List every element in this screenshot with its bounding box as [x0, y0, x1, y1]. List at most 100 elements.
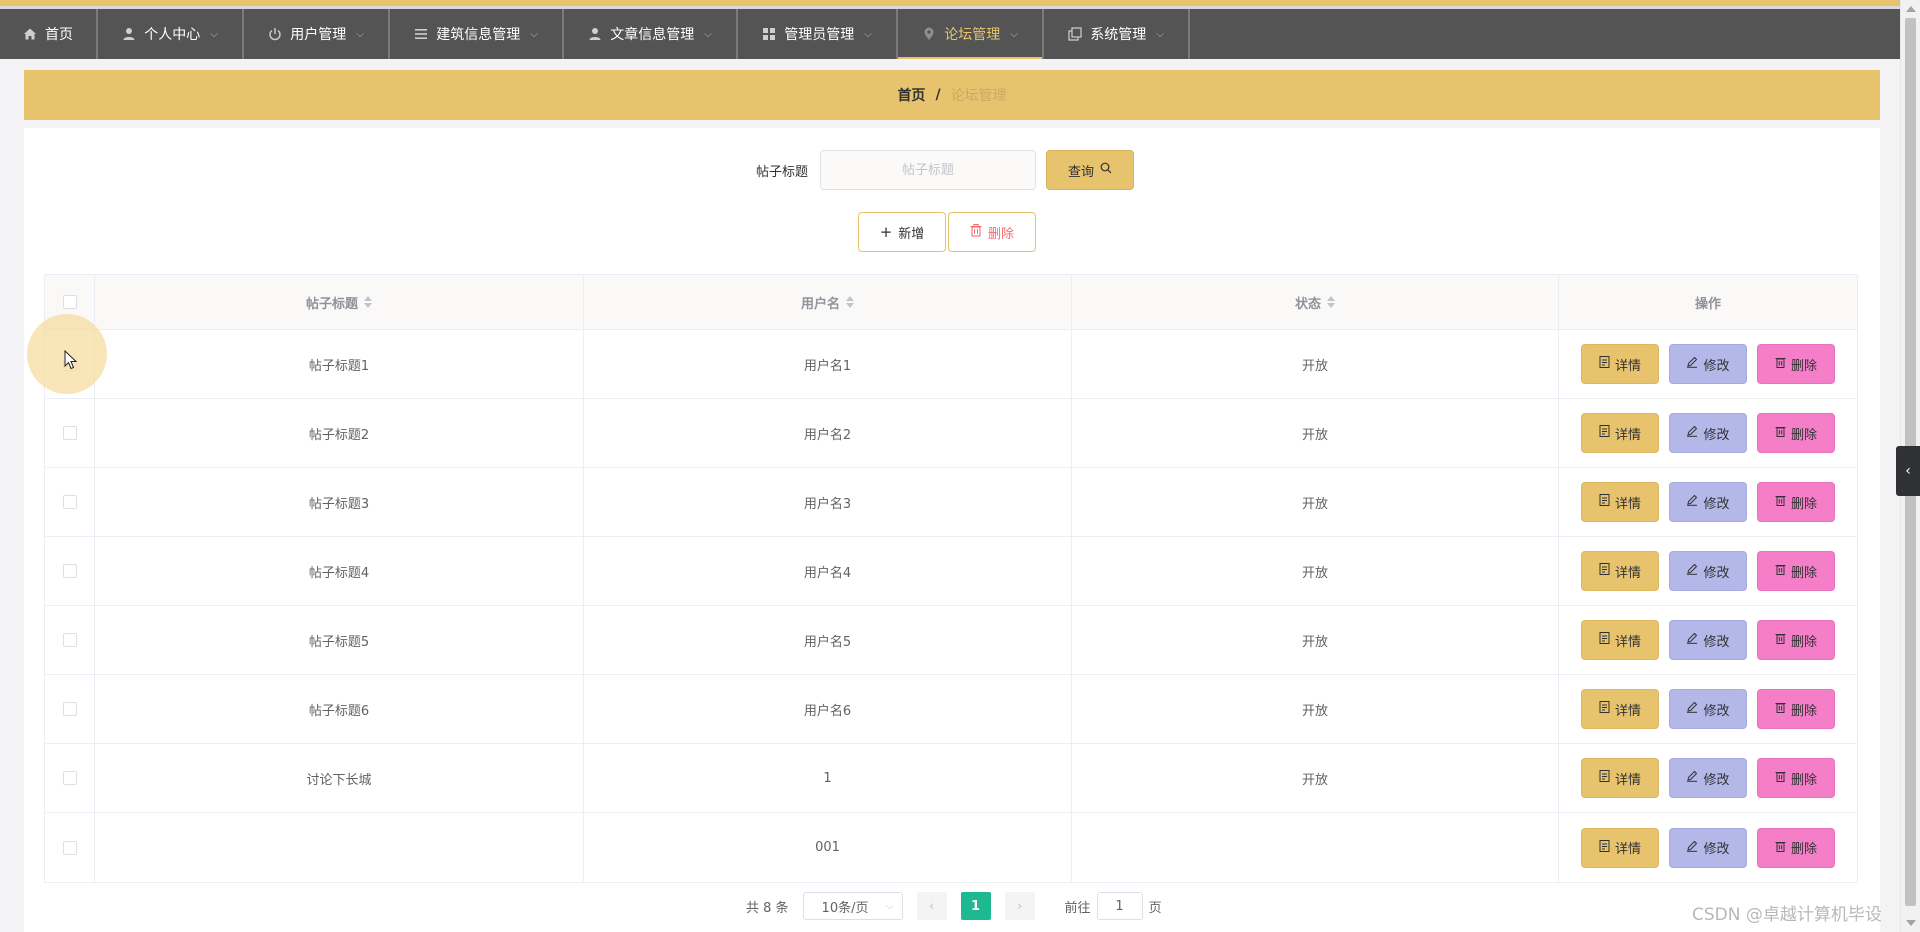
- breadcrumb-home[interactable]: 首页: [897, 85, 925, 105]
- column-header-user[interactable]: 用户名: [584, 275, 1072, 329]
- cell-status: 开放: [1072, 399, 1559, 467]
- document-icon: [1599, 770, 1610, 786]
- chevron-down-icon: ⌵: [356, 28, 364, 40]
- column-label: 帖子标题: [305, 296, 358, 312]
- prev-page-button[interactable]: ‹: [916, 892, 947, 920]
- search-icon: [1100, 162, 1112, 178]
- detail-button[interactable]: 详情: [1581, 344, 1659, 384]
- scroll-up-arrow-icon[interactable]: [1906, 6, 1916, 12]
- search-title-input[interactable]: [820, 150, 1037, 190]
- edit-button[interactable]: 修改: [1669, 551, 1747, 591]
- row-checkbox[interactable]: [62, 840, 77, 855]
- column-header-title[interactable]: 帖子标题: [95, 275, 584, 329]
- next-page-button[interactable]: ›: [1004, 892, 1035, 920]
- edit-label: 修改: [1703, 358, 1730, 374]
- nav-item-admin-management[interactable]: 管理员管理 ⌵: [738, 9, 898, 59]
- detail-label: 详情: [1614, 358, 1641, 374]
- edit-label: 修改: [1703, 565, 1730, 581]
- detail-label: 详情: [1614, 634, 1641, 650]
- delete-button[interactable]: 删除: [1757, 620, 1835, 660]
- pagination: 共 8 条 10条/页 ⌵ ‹ 1 › 前往 页: [746, 892, 1162, 920]
- delete-button[interactable]: 删除: [1757, 344, 1835, 384]
- edit-button[interactable]: 修改: [1669, 482, 1747, 522]
- forum-table: 帖子标题 用户名 状态 操作 帖子标题1 用户名1 开放 详情 修改 删除 帖子标题2 用户名…: [44, 274, 1858, 883]
- delete-label: 删除: [1790, 842, 1817, 857]
- detail-button[interactable]: 详情: [1581, 827, 1659, 868]
- sort-icon[interactable]: [1327, 296, 1335, 308]
- delete-button[interactable]: 删除: [1757, 758, 1835, 798]
- nav-item-user-management[interactable]: 用户管理 ⌵: [244, 9, 390, 59]
- detail-label: 详情: [1614, 772, 1641, 788]
- detail-button[interactable]: 详情: [1581, 689, 1659, 729]
- nav-item-personal-center[interactable]: 个人中心 ⌵: [98, 9, 244, 59]
- detail-button[interactable]: 详情: [1581, 620, 1659, 660]
- page-number-1[interactable]: 1: [960, 892, 991, 920]
- cell-ops: 详情 修改 删除: [1559, 399, 1857, 467]
- edit-button[interactable]: 修改: [1669, 413, 1747, 453]
- table-row: 帖子标题3 用户名3 开放 详情 修改 删除: [45, 468, 1857, 537]
- pencil-icon: [1686, 356, 1698, 372]
- delete-button[interactable]: 删除: [1757, 551, 1835, 591]
- page-size-select[interactable]: 10条/页 ⌵: [802, 892, 903, 920]
- detail-button[interactable]: 详情: [1581, 482, 1659, 522]
- page-jump-input[interactable]: [1096, 892, 1143, 920]
- scroll-down-arrow-icon[interactable]: [1906, 920, 1916, 926]
- query-button[interactable]: 查询: [1046, 150, 1135, 190]
- cell-title: 帖子标题6: [95, 675, 584, 743]
- goto-suffix: 页: [1148, 900, 1162, 916]
- nav-item-forum-management[interactable]: 论坛管理 ⌵: [898, 9, 1044, 59]
- delete-button[interactable]: 删除: [1757, 827, 1835, 868]
- edit-button[interactable]: 修改: [1669, 689, 1747, 729]
- edit-button[interactable]: 修改: [1669, 344, 1747, 384]
- document-icon: [1599, 701, 1610, 717]
- edit-label: 修改: [1703, 634, 1730, 650]
- add-button[interactable]: + 新增: [858, 212, 946, 252]
- edit-button[interactable]: 修改: [1669, 620, 1747, 660]
- sort-icon[interactable]: [364, 296, 372, 308]
- row-checkbox[interactable]: [62, 771, 77, 785]
- row-checkbox[interactable]: [62, 495, 77, 509]
- breadcrumb-separator: /: [935, 87, 941, 103]
- sidebar-toggle-button[interactable]: ‹: [1896, 446, 1920, 496]
- table-row: 帖子标题1 用户名1 开放 详情 修改 删除: [45, 330, 1857, 399]
- cell-user: 用户名6: [584, 675, 1072, 743]
- nav-item-article-info[interactable]: 文章信息管理 ⌵: [564, 9, 738, 59]
- row-checkbox[interactable]: [62, 564, 77, 578]
- list-icon: [414, 27, 428, 41]
- delete-button[interactable]: 删除: [1757, 482, 1835, 522]
- delete-button[interactable]: 删除: [1757, 413, 1835, 453]
- detail-button[interactable]: 详情: [1581, 758, 1659, 798]
- detail-label: 详情: [1614, 496, 1641, 512]
- sort-icon[interactable]: [846, 296, 854, 308]
- edit-button[interactable]: 修改: [1669, 827, 1747, 868]
- detail-button[interactable]: 详情: [1581, 413, 1659, 453]
- page-size-value: 10条/页: [821, 900, 869, 916]
- nav-item-home[interactable]: 首页: [0, 9, 98, 59]
- copy-icon: [1068, 27, 1082, 41]
- edit-button[interactable]: 修改: [1669, 758, 1747, 798]
- pencil-icon: [1686, 632, 1698, 648]
- select-all-checkbox[interactable]: [62, 295, 77, 309]
- cell-status: 开放: [1072, 606, 1559, 674]
- table-row: 帖子标题4 用户名4 开放 详情 修改 删除: [45, 537, 1857, 606]
- cell-title: 帖子标题5: [95, 606, 584, 674]
- row-checkbox[interactable]: [62, 702, 77, 716]
- cell-user: 用户名1: [584, 330, 1072, 398]
- nav-item-building-info[interactable]: 建筑信息管理 ⌵: [390, 9, 564, 59]
- chevron-down-icon: ⌵: [864, 28, 872, 40]
- power-icon: [268, 27, 282, 41]
- watermark: CSDN @卓越计算机毕设: [1692, 905, 1882, 925]
- row-checkbox[interactable]: [62, 426, 77, 440]
- delete-button[interactable]: 删除: [1757, 689, 1835, 729]
- page-jump: 前往 页: [1065, 892, 1162, 920]
- detail-button[interactable]: 详情: [1581, 551, 1659, 591]
- edit-label: 修改: [1703, 772, 1730, 788]
- batch-delete-button[interactable]: 删除: [948, 212, 1036, 252]
- nav-item-system-management[interactable]: 系统管理 ⌵: [1044, 9, 1190, 59]
- chevron-left-icon: ‹: [928, 898, 935, 914]
- column-header-status[interactable]: 状态: [1072, 275, 1559, 329]
- trash-icon: [1775, 563, 1786, 579]
- row-checkbox-cell: [45, 606, 95, 674]
- cell-ops: 详情 修改 删除: [1559, 675, 1857, 743]
- row-checkbox[interactable]: [62, 633, 77, 647]
